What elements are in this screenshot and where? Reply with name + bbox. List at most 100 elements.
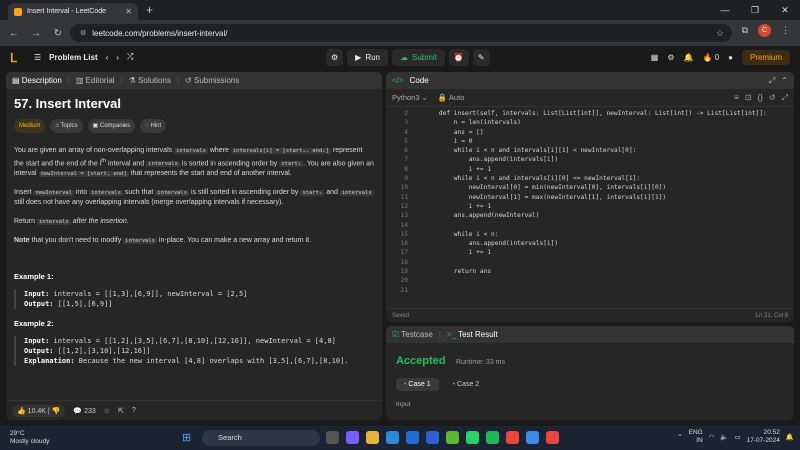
code-line[interactable]: 7 ans.append(intervals[i]) [386,155,794,164]
code-line[interactable]: 19 return ans [386,267,794,276]
run-button[interactable]: ▶ Run [347,49,389,66]
settings-icon[interactable]: ⚙ [667,53,674,62]
chrome-profile-icon[interactable] [546,431,559,444]
l-app-icon[interactable] [426,431,439,444]
code-line[interactable]: 17 i += 1 [386,248,794,257]
language-indicator[interactable]: ENG IN [689,429,703,445]
notifications-center-icon[interactable]: 🔔 [786,433,794,441]
wifi-icon[interactable]: ◠ [709,433,715,441]
code-line[interactable]: 11 newInterval[1] = max(newInterval[1], … [386,193,794,202]
file-explorer-icon[interactable] [366,431,379,444]
code-line[interactable]: 8 i += 1 [386,165,794,174]
topics-badge[interactable]: ⌂ Topics [50,119,83,133]
submit-button[interactable]: ☁ Submit [392,49,445,66]
favorite-icon[interactable]: ☆ [104,407,110,415]
task-view-icon[interactable] [326,431,339,444]
tray-chevron-icon[interactable]: ⌃ [677,433,682,441]
bookmark-star-icon[interactable]: ☆ [716,28,724,39]
debug-button[interactable]: ⚙ [326,49,344,66]
help-icon[interactable]: ? [132,407,136,414]
whatsapp-icon[interactable] [466,431,479,444]
shuffle-icon[interactable]: ⤮ [127,52,133,62]
tab-description[interactable]: ▤ Description [12,76,62,85]
code-editor[interactable]: 2 def insert(self, intervals: List[List[… [386,107,794,295]
code-line[interactable]: 13 ans.append(newInterval) [386,211,794,220]
spotify-icon[interactable] [486,431,499,444]
code-line[interactable]: 5 i = 0 [386,137,794,146]
code-line[interactable]: 21 [386,286,794,295]
leetcode-logo-icon[interactable]: ᒪ [10,51,17,65]
collapse-panel-icon[interactable]: ⌃ [781,76,788,85]
volume-icon[interactable]: 🔈 [720,433,728,441]
line-number: 19 [400,268,408,276]
vscode-icon[interactable] [526,431,539,444]
code-line[interactable]: 16 ans.append(intervals[i]) [386,239,794,248]
tab-testcase[interactable]: ☑ Testcase [392,330,433,339]
nvidia-icon[interactable] [446,431,459,444]
maximize-panel-icon[interactable]: ⤢ [769,76,775,86]
profile-avatar[interactable]: C [758,24,771,37]
tab-submissions[interactable]: ↺ Submissions [185,76,239,85]
minimize-button[interactable]: — [710,0,740,20]
site-info-icon[interactable]: ⚙ [80,29,86,37]
back-icon[interactable]: ← [8,28,20,39]
new-tab-button[interactable]: + [146,3,153,17]
layout-icon[interactable]: ▦ [651,53,659,62]
notes-icon[interactable]: ✎ [472,49,490,66]
reset-icon[interactable]: ↺ [769,93,776,103]
tab-solutions[interactable]: ⚗ Solutions [129,76,171,85]
battery-icon[interactable]: ▭ [735,433,741,441]
braces-icon[interactable]: {} [758,93,763,103]
comments-button[interactable]: 💬 233 [73,407,95,415]
companies-badge[interactable]: ▣ Companies [87,119,136,133]
edge-icon[interactable] [386,431,399,444]
reload-icon[interactable]: ↻ [52,28,64,39]
code-line[interactable]: 10 newInterval[0] = min(newInterval[0], … [386,183,794,192]
share-icon[interactable]: ⇱ [118,407,124,415]
notifications-icon[interactable]: 🔔 [684,53,694,62]
weather-widget[interactable]: 29°C Mostly cloudy [10,430,49,446]
browser-tab[interactable]: Insert Interval - LeetCode ✕ [8,3,138,20]
close-tab-icon[interactable]: ✕ [125,7,132,16]
clock[interactable]: 20:52 17-07-2024 [747,429,780,445]
code-line[interactable]: 18 [386,258,794,267]
code-line[interactable]: 6 while i < n and intervals[i][1] < newI… [386,146,794,155]
chrome-icon[interactable] [506,431,519,444]
forward-icon[interactable]: → [30,28,42,39]
case-1-tab[interactable]: • Case 1 [396,378,439,391]
language-select[interactable]: Python3 ⌄ [392,93,428,102]
case-2-tab[interactable]: • Case 2 [445,378,488,391]
auto-mode[interactable]: 🔒 Auto [438,93,464,102]
code-line[interactable]: 2 def insert(self, intervals: List[List[… [386,109,794,118]
taskbar-search[interactable]: Search [202,430,320,446]
url-input[interactable]: ⚙ leetcode.com/problems/insert-interval/… [70,24,732,42]
next-problem-icon[interactable]: › [116,53,119,62]
maximize-button[interactable]: ❐ [740,0,770,20]
code-line[interactable]: 4 ans = [] [386,128,794,137]
close-window-button[interactable]: ✕ [770,0,800,20]
problem-list-link[interactable]: Problem List [49,53,97,62]
format-icon[interactable]: ≡ [734,93,739,103]
code-line[interactable]: 20 [386,276,794,285]
store-icon[interactable] [406,431,419,444]
premium-button[interactable]: Premium [741,50,790,65]
browser-menu-icon[interactable]: ⋮ [781,25,790,36]
teams-icon[interactable] [346,431,359,444]
streak-icon[interactable]: 🔥 0 [703,53,720,62]
user-avatar[interactable]: ● [728,53,733,62]
code-line[interactable]: 15 while i < n: [386,230,794,239]
hint-badge[interactable]: ◌ Hint [140,119,167,133]
tab-editorial[interactable]: ▥ Editorial [76,76,115,85]
code-line[interactable]: 3 n = len(intervals) [386,118,794,127]
fullscreen-icon[interactable]: ⤢ [782,93,788,103]
start-icon[interactable]: ⊞ [182,431,191,444]
tab-test-result[interactable]: >_ Test Result [447,330,498,339]
code-line[interactable]: 9 while i < n and intervals[i][0] <= new… [386,174,794,183]
code-line[interactable]: 12 i += 1 [386,202,794,211]
timer-icon[interactable]: ⏰ [448,49,469,66]
prev-problem-icon[interactable]: ‹ [106,53,109,62]
code-line[interactable]: 14 [386,221,794,230]
extensions-icon[interactable]: ⧉ [742,25,748,36]
bookmark-icon[interactable]: ⊡ [745,93,752,103]
like-button[interactable]: 👍 10.4K | 👎 [12,404,66,417]
